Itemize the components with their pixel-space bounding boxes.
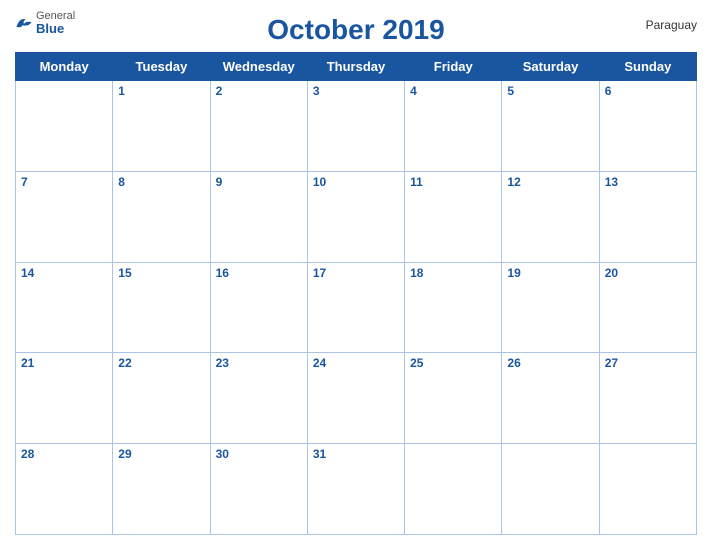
calendar-day-cell: 7 [16, 171, 113, 262]
calendar-day-cell: 0 [599, 444, 696, 535]
country-label: Paraguay [646, 18, 697, 32]
day-number: 3 [313, 84, 399, 98]
calendar-day-cell: 17 [307, 262, 404, 353]
day-number: 28 [21, 447, 107, 461]
day-number: 29 [118, 447, 204, 461]
calendar-day-cell: 30 [210, 444, 307, 535]
day-number: 2 [216, 84, 302, 98]
calendar-week-row: 789 10 11 12 13 [16, 171, 697, 262]
day-number: 22 [118, 356, 204, 370]
col-wednesday: Wednesday [210, 53, 307, 81]
day-number: 31 [313, 447, 399, 461]
calendar-title: October 2019 [267, 14, 444, 46]
calendar-week-row: 21 22 23 24 25 26 27 [16, 353, 697, 444]
day-number: 13 [605, 175, 691, 189]
day-number: 6 [605, 84, 691, 98]
calendar-day-cell: 25 [405, 353, 502, 444]
calendar-day-cell: 24 [307, 353, 404, 444]
col-sunday: Sunday [599, 53, 696, 81]
calendar-day-cell: 0 [16, 81, 113, 172]
calendar-day-cell: 28 [16, 444, 113, 535]
calendar-day-cell: 23 [210, 353, 307, 444]
col-saturday: Saturday [502, 53, 599, 81]
calendar-day-cell: 21 [16, 353, 113, 444]
day-number: 27 [605, 356, 691, 370]
day-number: 0 [507, 447, 593, 461]
calendar-day-cell: 31 [307, 444, 404, 535]
col-monday: Monday [16, 53, 113, 81]
calendar-day-cell: 13 [599, 171, 696, 262]
logo-bird-icon [15, 16, 33, 30]
day-number: 10 [313, 175, 399, 189]
calendar-day-cell: 2 [210, 81, 307, 172]
calendar-day-cell: 26 [502, 353, 599, 444]
calendar-wrapper: General Blue October 2019 Paraguay Monda… [0, 0, 712, 550]
day-number: 7 [21, 175, 107, 189]
col-friday: Friday [405, 53, 502, 81]
calendar-day-cell: 0 [502, 444, 599, 535]
day-number: 14 [21, 266, 107, 280]
day-number: 30 [216, 447, 302, 461]
day-number: 0 [605, 447, 691, 461]
day-number: 8 [118, 175, 204, 189]
day-number: 26 [507, 356, 593, 370]
day-number: 16 [216, 266, 302, 280]
col-thursday: Thursday [307, 53, 404, 81]
calendar-week-row: 28293031000 [16, 444, 697, 535]
day-number: 24 [313, 356, 399, 370]
calendar-day-cell: 9 [210, 171, 307, 262]
col-tuesday: Tuesday [113, 53, 210, 81]
calendar-day-cell: 22 [113, 353, 210, 444]
logo-blue-text: Blue [36, 22, 75, 36]
calendar-day-cell: 1 [113, 81, 210, 172]
calendar-day-cell: 15 [113, 262, 210, 353]
day-number: 0 [21, 84, 107, 98]
day-number: 25 [410, 356, 496, 370]
calendar-day-cell: 8 [113, 171, 210, 262]
calendar-day-cell: 20 [599, 262, 696, 353]
calendar-day-cell: 3 [307, 81, 404, 172]
day-number: 23 [216, 356, 302, 370]
calendar-day-cell: 12 [502, 171, 599, 262]
day-number: 15 [118, 266, 204, 280]
calendar-header: General Blue October 2019 Paraguay [15, 10, 697, 46]
calendar-week-row: 14 15 16 17 18 19 20 [16, 262, 697, 353]
day-number: 5 [507, 84, 593, 98]
calendar-day-cell: 0 [405, 444, 502, 535]
calendar-day-cell: 11 [405, 171, 502, 262]
day-number: 9 [216, 175, 302, 189]
day-number: 12 [507, 175, 593, 189]
calendar-day-cell: 4 [405, 81, 502, 172]
day-number: 11 [410, 175, 496, 189]
calendar-day-cell: 6 [599, 81, 696, 172]
calendar-table: Monday Tuesday Wednesday Thursday Friday… [15, 52, 697, 535]
logo-area: General Blue [15, 10, 75, 36]
day-number: 1 [118, 84, 204, 98]
calendar-week-row: 0123456 [16, 81, 697, 172]
calendar-day-cell: 10 [307, 171, 404, 262]
day-number: 17 [313, 266, 399, 280]
calendar-body: 0123456789101112131415161718192021222324… [16, 81, 697, 535]
weekday-header-row: Monday Tuesday Wednesday Thursday Friday… [16, 53, 697, 81]
day-number: 21 [21, 356, 107, 370]
calendar-day-cell: 19 [502, 262, 599, 353]
day-number: 0 [410, 447, 496, 461]
day-number: 18 [410, 266, 496, 280]
calendar-day-cell: 5 [502, 81, 599, 172]
calendar-day-cell: 27 [599, 353, 696, 444]
calendar-day-cell: 18 [405, 262, 502, 353]
day-number: 4 [410, 84, 496, 98]
day-number: 20 [605, 266, 691, 280]
day-number: 19 [507, 266, 593, 280]
calendar-day-cell: 16 [210, 262, 307, 353]
calendar-day-cell: 14 [16, 262, 113, 353]
calendar-day-cell: 29 [113, 444, 210, 535]
